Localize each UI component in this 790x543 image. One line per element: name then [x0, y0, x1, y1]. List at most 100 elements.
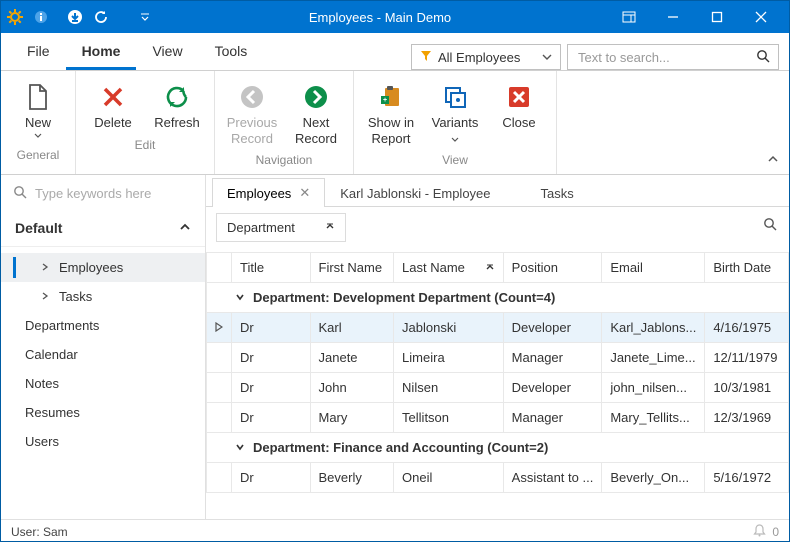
- cell[interactable]: Jablonski: [394, 313, 504, 343]
- previous-record-button: Previous Record: [221, 79, 283, 148]
- search-icon: [13, 185, 27, 202]
- chevron-up-icon[interactable]: [179, 220, 191, 236]
- cell[interactable]: Dr: [232, 343, 311, 373]
- close-window-button[interactable]: [739, 1, 783, 33]
- collapse-ribbon-icon[interactable]: [767, 153, 779, 168]
- table-row[interactable]: DrBeverlyOneilAssistant to ...Beverly_On…: [207, 463, 789, 493]
- cell[interactable]: 10/3/1981: [705, 373, 789, 403]
- cell[interactable]: Karl: [310, 313, 394, 343]
- sidebar-search[interactable]: Type keywords here: [1, 175, 205, 212]
- tab-file[interactable]: File: [11, 35, 66, 70]
- cell[interactable]: john_nilsen...: [602, 373, 705, 403]
- table-row[interactable]: DrJohnNilsenDeveloperjohn_nilsen...10/3/…: [207, 373, 789, 403]
- cell[interactable]: 12/11/1979: [705, 343, 789, 373]
- cell[interactable]: John: [310, 373, 394, 403]
- info-icon[interactable]: [33, 9, 49, 25]
- cell[interactable]: Assistant to ...: [503, 463, 602, 493]
- doc-tab-employees[interactable]: Employees ✕: [212, 178, 325, 207]
- row-indicator-header: [207, 253, 232, 283]
- group-row[interactable]: Department: Finance and Accounting (Coun…: [207, 433, 789, 463]
- table-row[interactable]: DrJaneteLimeiraManagerJanete_Lime...12/1…: [207, 343, 789, 373]
- cell[interactable]: 4/16/1975: [705, 313, 789, 343]
- table-row[interactable]: DrMaryTellitsonManagerMary_Tellits...12/…: [207, 403, 789, 433]
- ribbon-group-edit: Edit: [135, 135, 156, 157]
- grid-search-icon[interactable]: [763, 217, 777, 234]
- employees-grid[interactable]: Title First Name Last Name Position Emai…: [206, 252, 789, 493]
- minimize-button[interactable]: [651, 1, 695, 33]
- cell[interactable]: 12/3/1969: [705, 403, 789, 433]
- cell[interactable]: Dr: [232, 463, 311, 493]
- cell[interactable]: Mary_Tellits...: [602, 403, 705, 433]
- sidebar-group-title: Default: [15, 220, 62, 236]
- filter-dropdown[interactable]: All Employees: [411, 44, 561, 70]
- delete-button[interactable]: Delete: [82, 79, 144, 133]
- table-row[interactable]: DrKarlJablonskiDeveloperKarl_Jablons...4…: [207, 313, 789, 343]
- variants-button[interactable]: Variants: [424, 79, 486, 148]
- maximize-button[interactable]: [695, 1, 739, 33]
- cell[interactable]: Dr: [232, 403, 311, 433]
- cell[interactable]: Oneil: [394, 463, 504, 493]
- refresh-button[interactable]: Refresh: [146, 79, 208, 133]
- qat-customize-icon[interactable]: [137, 9, 153, 25]
- tab-home[interactable]: Home: [66, 35, 137, 70]
- sidebar-item-resumes[interactable]: Resumes: [1, 398, 205, 427]
- cell[interactable]: Beverly_On...: [602, 463, 705, 493]
- sidebar-item-notes[interactable]: Notes: [1, 369, 205, 398]
- refresh-icon[interactable]: [93, 9, 109, 25]
- cell[interactable]: Developer: [503, 373, 602, 403]
- show-in-report-button[interactable]: + Show in Report: [360, 79, 422, 148]
- cell[interactable]: Manager: [503, 403, 602, 433]
- cell[interactable]: 5/16/1972: [705, 463, 789, 493]
- svg-text:+: +: [383, 97, 387, 104]
- cell[interactable]: Janete: [310, 343, 394, 373]
- close-button[interactable]: Close: [488, 79, 550, 148]
- funnel-icon: [420, 50, 432, 65]
- col-title[interactable]: Title: [232, 253, 311, 283]
- tab-view[interactable]: View: [136, 35, 198, 70]
- search-input[interactable]: [576, 49, 756, 66]
- report-icon: +: [377, 83, 405, 111]
- global-search-box[interactable]: [567, 44, 779, 70]
- ribbon-group-view: View: [442, 150, 468, 172]
- download-icon[interactable]: [67, 9, 83, 25]
- variants-icon: [441, 83, 469, 111]
- bell-icon[interactable]: [753, 524, 766, 540]
- group-header-text: Department: Development Department (Coun…: [253, 290, 555, 305]
- sidebar-item-calendar[interactable]: Calendar: [1, 340, 205, 369]
- cell[interactable]: Limeira: [394, 343, 504, 373]
- sidebar-search-placeholder: Type keywords here: [35, 186, 151, 201]
- col-email[interactable]: Email: [602, 253, 705, 283]
- sidebar-item-employees[interactable]: Employees: [1, 253, 205, 282]
- cell[interactable]: Tellitson: [394, 403, 504, 433]
- row-indicator: [207, 343, 232, 373]
- cell[interactable]: Beverly: [310, 463, 394, 493]
- sidebar-item-tasks[interactable]: Tasks: [1, 282, 205, 311]
- cell[interactable]: Nilsen: [394, 373, 504, 403]
- cell[interactable]: Karl_Jablons...: [602, 313, 705, 343]
- cell[interactable]: Mary: [310, 403, 394, 433]
- group-panel-item[interactable]: Department: [216, 213, 346, 242]
- app-gear-icon[interactable]: [7, 9, 23, 25]
- doc-tab-tasks[interactable]: Tasks: [526, 179, 589, 207]
- search-icon[interactable]: [756, 49, 770, 66]
- group-header-text: Department: Finance and Accounting (Coun…: [253, 440, 548, 455]
- cell[interactable]: Manager: [503, 343, 602, 373]
- cell[interactable]: Developer: [503, 313, 602, 343]
- cell[interactable]: Janete_Lime...: [602, 343, 705, 373]
- sidebar-item-users[interactable]: Users: [1, 427, 205, 456]
- sidebar-item-departments[interactable]: Departments: [1, 311, 205, 340]
- cell[interactable]: Dr: [232, 373, 311, 403]
- doc-tab-karl[interactable]: Karl Jablonski - Employee: [325, 179, 505, 207]
- next-record-button[interactable]: Next Record: [285, 79, 347, 148]
- col-birth-date[interactable]: Birth Date: [705, 253, 789, 283]
- cell[interactable]: Dr: [232, 313, 311, 343]
- col-first-name[interactable]: First Name: [310, 253, 394, 283]
- window-compact-icon[interactable]: [607, 1, 651, 33]
- new-button[interactable]: New: [7, 79, 69, 143]
- tab-tools[interactable]: Tools: [199, 35, 264, 70]
- chevron-down-icon: [542, 50, 552, 65]
- close-tab-icon[interactable]: ✕: [299, 185, 310, 201]
- col-last-name[interactable]: Last Name: [394, 253, 504, 283]
- col-position[interactable]: Position: [503, 253, 602, 283]
- group-row[interactable]: Department: Development Department (Coun…: [207, 283, 789, 313]
